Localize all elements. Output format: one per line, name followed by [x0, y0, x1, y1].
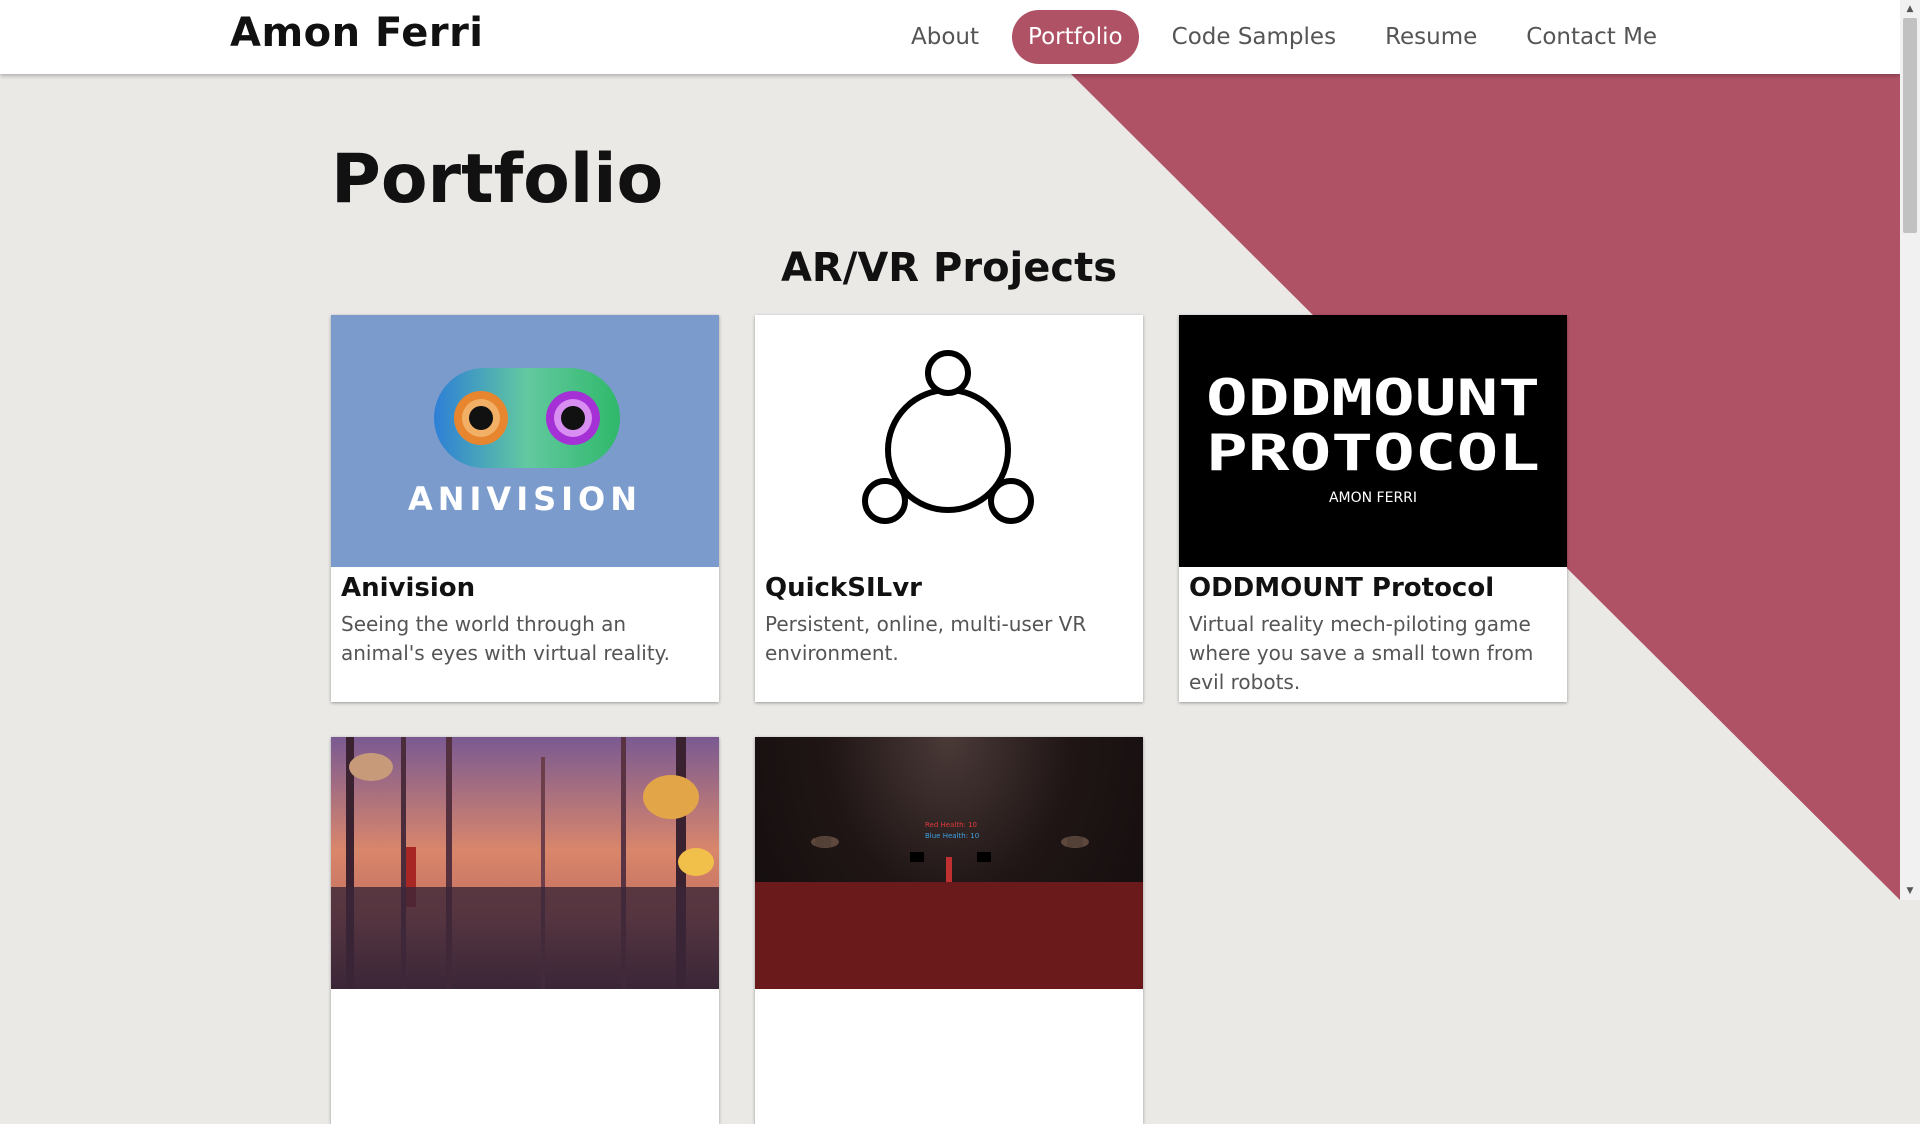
oddmount-title-line-2: PROTOCOL	[1206, 424, 1540, 482]
nav-code-samples[interactable]: Code Samples	[1156, 10, 1352, 64]
nav-contact-me[interactable]: Contact Me	[1510, 10, 1673, 64]
page-title: Portfolio	[331, 140, 664, 219]
nav-menu: About Portfolio Code Samples Resume Cont…	[895, 10, 1690, 64]
card-title: Anivision	[341, 573, 476, 603]
anivision-eyes-logo-icon	[434, 368, 620, 468]
nav-about[interactable]: About	[895, 10, 995, 64]
project-card-arena[interactable]: Red Health: 10 Blue Health: 10	[755, 737, 1143, 1124]
project-card-forest[interactable]	[331, 737, 719, 1124]
vertical-scrollbar[interactable]: ▲ ▼	[1900, 0, 1920, 900]
card-description: Persistent, online, multi-user VR enviro…	[765, 612, 1087, 665]
arena-scene-illustration: Red Health: 10 Blue Health: 10	[755, 821, 1143, 989]
card-description: Seeing the world through an animal's eye…	[341, 612, 671, 665]
card-title: ODDMOUNT Protocol	[1189, 573, 1495, 603]
card-title: QuickSILvr	[765, 573, 922, 603]
arena-scene-thumbnail: Red Health: 10 Blue Health: 10	[755, 737, 1143, 989]
blue-health-label: Blue Health: 10	[925, 832, 979, 840]
site-brand[interactable]: Amon Ferri	[230, 10, 484, 56]
quicksilvr-thumbnail	[755, 315, 1143, 567]
red-health-label: Red Health: 10	[925, 821, 977, 829]
project-card-quicksilvr[interactable]: QuickSILvr Persistent, online, multi-use…	[755, 315, 1143, 702]
scrollbar-thumb[interactable]	[1903, 18, 1917, 233]
scroll-up-arrow-icon[interactable]: ▲	[1900, 0, 1920, 18]
project-card-oddmount[interactable]: ODDMOUNT PROTOCOL AMON FERRI ODDMOUNT Pr…	[1179, 315, 1567, 702]
nav-portfolio[interactable]: Portfolio	[1012, 10, 1139, 64]
project-card-anivision[interactable]: ANIVISION Anivision Seeing the world thr…	[331, 315, 719, 702]
top-navbar: Amon Ferri About Portfolio Code Samples …	[0, 0, 1900, 74]
oddmount-thumbnail: ODDMOUNT PROTOCOL AMON FERRI	[1179, 315, 1567, 567]
oddmount-title-line-1: ODDMOUNT	[1206, 369, 1540, 427]
oddmount-logo: ODDMOUNT PROTOCOL	[1206, 369, 1540, 482]
forest-scene-illustration	[331, 737, 719, 989]
scroll-down-arrow-icon[interactable]: ▼	[1900, 882, 1920, 900]
nav-resume[interactable]: Resume	[1369, 10, 1493, 64]
card-description: Virtual reality mech-piloting game where…	[1189, 612, 1534, 694]
anivision-wordmark: ANIVISION	[407, 480, 643, 518]
forest-scene-thumbnail	[331, 737, 719, 989]
quicksilvr-logo-icon	[862, 350, 1034, 524]
section-title: AR/VR Projects	[780, 245, 1118, 291]
anivision-thumbnail: ANIVISION	[331, 315, 719, 567]
oddmount-author: AMON FERRI	[1328, 490, 1418, 506]
